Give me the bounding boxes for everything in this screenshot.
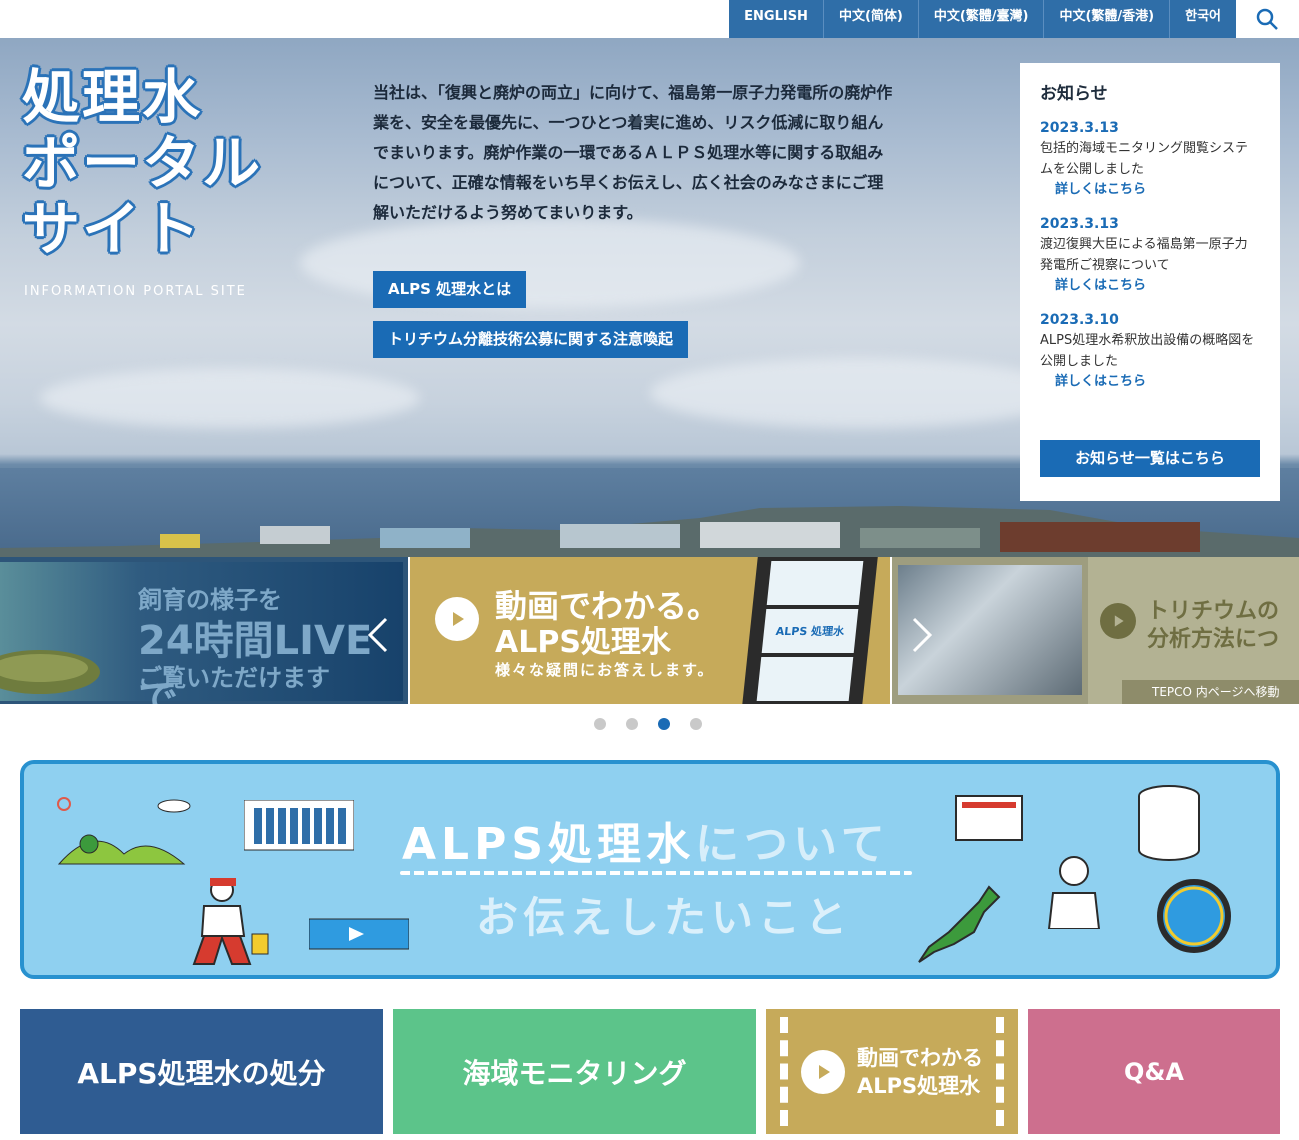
carousel-dot[interactable] (690, 718, 702, 730)
lang-chinese-taiwan[interactable]: 中文(繁體/臺灣) (917, 0, 1044, 38)
news-date: 2023.3.13 (1040, 216, 1119, 232)
tile-video-labels: 動画でわかる ALPS処理水 (857, 1044, 983, 1100)
news-heading: お知らせ (1040, 84, 1108, 104)
banner-heading: ALPS処理水について (402, 808, 890, 872)
carousel-dots (594, 718, 702, 730)
film-strip-illustration: ALPS 処理水 (742, 557, 878, 704)
cloud-shape (40, 368, 420, 428)
carousel-dot-active[interactable] (658, 718, 670, 730)
tile-monitoring[interactable]: 海域モニタリング (393, 1009, 756, 1134)
search-button[interactable] (1249, 3, 1285, 35)
tile-video[interactable]: 動画でわかる ALPS処理水 (766, 1009, 1018, 1134)
monitor-illustration (955, 795, 1023, 841)
site-title-line: 処理水 (22, 63, 203, 131)
lang-korean[interactable]: 한국어 (1169, 0, 1236, 38)
fish-illustration (0, 650, 100, 694)
landscape-illustration (57, 797, 191, 865)
news-text: ALPS処理水希釈放出設備の概略図を公開しました (1040, 333, 1255, 369)
news-date: 2023.3.13 (1040, 120, 1119, 136)
banner-heading-main: ALPS処理水 (402, 819, 696, 870)
film-frame-label: ALPS 処理水 (775, 625, 845, 638)
banner-subheading: お伝えしたいこと (476, 893, 853, 942)
slide-video[interactable]: 動画でわかる。 ALPS処理水 様々な疑問にお答えします。 ALPS 処理水 (410, 557, 890, 704)
news-text: 渡辺復興大臣による福島第一原子力発電所ご視察について (1040, 237, 1248, 273)
alps-about-button[interactable]: ALPS 処理水とは (373, 271, 527, 308)
tile-disposal-label: ALPS処理水の処分 (77, 1056, 326, 1090)
slide-tritium[interactable]: トリチウムの 分析方法につ TEPCO 内ページへ移動 (892, 557, 1299, 704)
film-frame (756, 657, 854, 701)
search-icon (1256, 8, 1278, 30)
news-date: 2023.3.10 (1040, 312, 1119, 328)
next-arrow-icon[interactable] (910, 617, 934, 653)
pipe-flow-illustration (309, 918, 409, 950)
film-frame (766, 561, 864, 605)
worker-sampling-illustration (192, 878, 269, 965)
tile-video-inner: 動画でわかる ALPS処理水 (780, 1017, 1004, 1126)
news-item: 2023.3.13 渡辺復興大臣による福島第一原子力発電所ご視察について 詳しく… (1040, 214, 1260, 296)
lang-chinese-hongkong[interactable]: 中文(繁體/香港) (1043, 0, 1170, 38)
news-text: 包括的海域モニタリング閲覧システムを公開しました (1040, 141, 1249, 177)
slide-tritium-footer: TEPCO 内ページへ移動 (1122, 680, 1299, 704)
news-panel: お知らせ 2023.3.13 包括的海域モニタリング閲覧システムを公開しました … (1020, 63, 1280, 501)
news-more-link[interactable]: 詳しくはこちら (1040, 276, 1260, 296)
microscope-view-illustration (1157, 879, 1231, 953)
slide-live-line3: ご覧いただけます (138, 664, 330, 692)
language-links: ENGLISH 中文(简体) 中文(繁體/臺灣) 中文(繁體/香港) 한국어 (729, 0, 1236, 38)
banner-heading-rest: について (695, 819, 890, 870)
play-icon (1100, 603, 1136, 639)
site-title: 処理水 ポータル サイト (22, 64, 262, 262)
site-title-line: ポータル (22, 129, 263, 197)
news-all-button[interactable]: お知らせ一覧はこちら (1040, 440, 1260, 477)
news-item: 2023.3.13 包括的海域モニタリング閲覧システムを公開しました 詳しくはこ… (1040, 118, 1260, 200)
hero-section: 処理水 ポータル サイト INFORMATION PORTAL SITE 当社は… (0, 38, 1299, 558)
tank-illustration (1138, 785, 1200, 861)
tile-disposal[interactable]: ALPS処理水の処分 (20, 1009, 383, 1134)
filter-tank-illustration (244, 800, 354, 851)
tile-video-line1: 動画でわかる (857, 1045, 983, 1070)
tile-qa-label: Q&A (1124, 1057, 1184, 1086)
slide-video-line3: 様々な疑問にお答えします。 (495, 661, 715, 679)
tile-qa[interactable]: Q&A (1028, 1009, 1280, 1134)
carousel-dot[interactable] (626, 718, 638, 730)
news-more-link[interactable]: 詳しくはこちら (1040, 180, 1260, 200)
play-icon (435, 597, 479, 641)
site-title-line: サイト (22, 195, 203, 263)
feature-carousel: 飼育の様子を 24時間LIVEで ご覧いただけます 動画でわかる。 ALPS処理… (0, 557, 1299, 704)
language-bar: ENGLISH 中文(简体) 中文(繁體/臺灣) 中文(繁體/香港) 한국어 (0, 0, 1299, 38)
japan-map-illustration (918, 885, 1001, 963)
film-frame: ALPS 処理水 (761, 609, 859, 653)
tritium-notice-button[interactable]: トリチウム分離技術公募に関する注意喚起 (373, 321, 689, 358)
intro-text: 当社は、「復興と廃炉の両立」に向けて、福島第一原子力発電所の廃炉作業を、安全を最… (373, 83, 893, 222)
about-alps-banner[interactable]: ALPS処理水について お伝えしたいこと (20, 760, 1280, 979)
slide-video-line2: ALPS処理水 (495, 625, 671, 660)
carousel-dot[interactable] (594, 718, 606, 730)
news-more-link[interactable]: 詳しくはこちら (1040, 372, 1260, 392)
slide-live-image: 飼育の様子を 24時間LIVEで ご覧いただけます (0, 562, 403, 704)
scientist-illustration (1047, 856, 1101, 929)
banner-divider (400, 871, 912, 875)
prev-arrow-icon[interactable] (366, 617, 390, 653)
cloud-shape (650, 358, 1070, 428)
slide-live[interactable]: 飼育の様子を 24時間LIVEで ご覧いただけます (0, 557, 408, 704)
tile-monitoring-label: 海域モニタリング (462, 1056, 687, 1090)
lang-chinese-simplified[interactable]: 中文(简体) (822, 0, 918, 38)
plant-landscape (0, 506, 1299, 558)
news-item: 2023.3.10 ALPS処理水希釈放出設備の概略図を公開しました 詳しくはこ… (1040, 310, 1260, 392)
play-icon (801, 1049, 845, 1094)
site-subtitle: INFORMATION PORTAL SITE (24, 284, 247, 299)
lang-english[interactable]: ENGLISH (729, 0, 823, 38)
slide-tritium-line2: 分析方法につ (1147, 627, 1280, 652)
tile-video-line2: ALPS処理水 (857, 1073, 981, 1098)
